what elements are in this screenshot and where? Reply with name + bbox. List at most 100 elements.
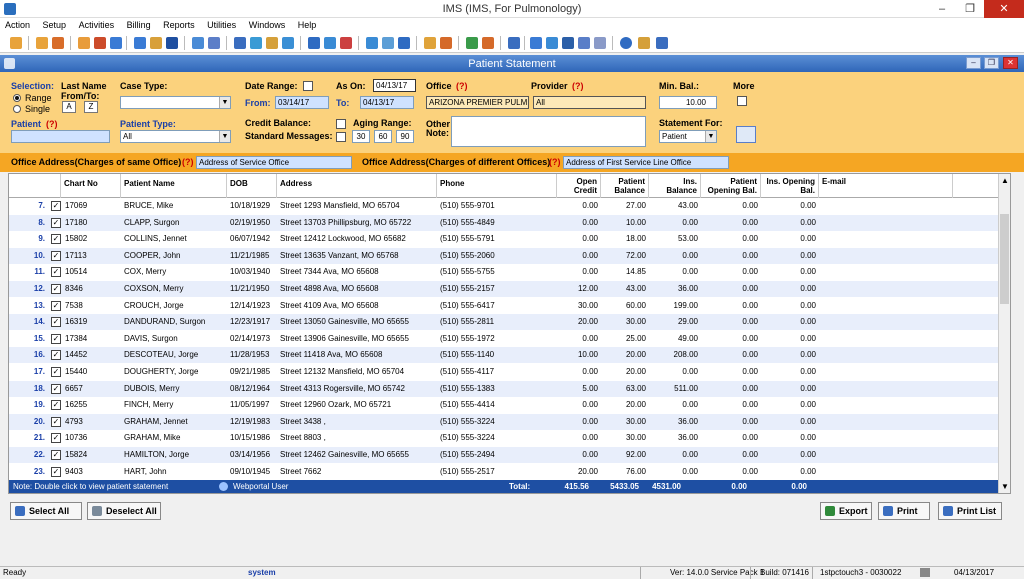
row-select-checkbox[interactable]: ✓: [51, 433, 61, 444]
copy-icon[interactable]: [508, 37, 520, 49]
menu-utilities[interactable]: Utilities: [202, 18, 241, 33]
analytics-icon[interactable]: [466, 37, 478, 49]
patient-help-icon[interactable]: (?): [46, 119, 58, 129]
office-help-icon[interactable]: (?): [456, 81, 468, 91]
lab-icon[interactable]: [150, 37, 162, 49]
as-on-input[interactable]: 04/13/17: [373, 79, 416, 92]
collections-icon[interactable]: [340, 37, 352, 49]
minimize-button[interactable]: –: [928, 0, 956, 18]
header-patient-balance[interactable]: Patient Balance: [601, 174, 649, 198]
standard-messages-checkbox[interactable]: [336, 132, 346, 142]
to-letter-input[interactable]: Z: [84, 101, 98, 113]
table-row[interactable]: ✓ 19. 16255 FINCH, Merry 11/05/1997 Street 12…: [9, 397, 999, 413]
statement-icon[interactable]: [308, 37, 320, 49]
header-email[interactable]: E-mail: [819, 174, 953, 198]
aging-90-input[interactable]: 90: [396, 130, 414, 143]
case-type-select[interactable]: ▼: [120, 96, 231, 109]
payment-icon[interactable]: [266, 37, 278, 49]
header-chart-no[interactable]: Chart No: [61, 174, 121, 198]
table-row[interactable]: ✓ 8. 17180 CLAPP, Surgon 02/19/1950 Street 13…: [9, 214, 999, 231]
menu-action[interactable]: Action: [0, 18, 35, 33]
office-input[interactable]: ARIZONA PREMIER PULM: [426, 96, 529, 109]
inner-close-button[interactable]: ✕: [1003, 57, 1018, 69]
table-row[interactable]: ✓ 21. 10736 GRAHAM, Mike 10/15/1986 Street 88…: [9, 430, 999, 446]
user-icon[interactable]: [10, 37, 22, 49]
claim-icon[interactable]: [234, 37, 246, 49]
scroll-up-icon[interactable]: ▲: [1001, 176, 1009, 185]
scrollbar-thumb[interactable]: [1000, 214, 1009, 304]
table-row[interactable]: ✓ 18. 6657 DUBOIS, Merry 08/12/1964 Street 43…: [9, 380, 999, 397]
report-icon[interactable]: [134, 37, 146, 49]
table-row[interactable]: ✓ 9. 15802 COLLINS, Jennet 06/07/1942 Street …: [9, 231, 999, 247]
from-letter-input[interactable]: A: [62, 101, 76, 113]
row-select-checkbox[interactable]: ✓: [51, 300, 61, 311]
edit-icon[interactable]: [366, 37, 378, 49]
inner-restore-button[interactable]: ❐: [984, 57, 999, 69]
transfer-icon[interactable]: [282, 37, 294, 49]
menu-billing[interactable]: Billing: [122, 18, 156, 33]
row-select-checkbox[interactable]: ✓: [51, 450, 61, 460]
diff-office-address-input[interactable]: Address of First Service Line Office: [563, 156, 729, 169]
other-note-textarea[interactable]: [451, 116, 646, 147]
menu-setup[interactable]: Setup: [38, 18, 72, 33]
single-radio[interactable]: [13, 105, 21, 113]
menu-reports[interactable]: Reports: [158, 18, 200, 33]
header-patient-opening-bal[interactable]: Patient Opening Bal.: [701, 174, 761, 198]
row-select-checkbox[interactable]: ✓: [51, 284, 61, 294]
patient-input[interactable]: [11, 130, 110, 143]
table-row[interactable]: ✓ 20. 4793 GRAHAM, Jennet 12/19/1983 Street 3…: [9, 413, 999, 430]
table-row[interactable]: ✓ 17. 15440 DOUGHERTY, Jorge 09/21/1985 Stree…: [9, 364, 999, 380]
table-row[interactable]: ✓ 12. 8346 COXSON, Merry 11/21/1950 Street 48…: [9, 281, 999, 297]
more-checkbox[interactable]: [737, 96, 747, 106]
help-icon[interactable]: [620, 37, 632, 49]
mail-icon[interactable]: [398, 37, 410, 49]
menu-windows[interactable]: Windows: [244, 18, 291, 33]
date-range-checkbox[interactable]: [303, 81, 313, 91]
grid-scrollbar[interactable]: ▲ ▼: [998, 174, 1010, 493]
shield-icon[interactable]: [166, 37, 178, 49]
scroll-down-icon[interactable]: ▼: [1001, 482, 1009, 491]
sync-icon[interactable]: [546, 37, 558, 49]
ledger-icon[interactable]: [324, 37, 336, 49]
lock-icon[interactable]: [638, 37, 650, 49]
row-select-checkbox[interactable]: ✓: [51, 317, 61, 328]
patient-type-select[interactable]: All ▼: [120, 130, 231, 143]
row-select-checkbox[interactable]: ✓: [51, 234, 61, 245]
header-dob[interactable]: DOB: [227, 174, 277, 198]
appointment-icon[interactable]: [52, 37, 64, 49]
row-select-checkbox[interactable]: ✓: [51, 383, 61, 394]
restore-button[interactable]: ❐: [956, 0, 984, 18]
table-row[interactable]: ✓ 11. 10514 COX, Merry 10/03/1940 Street 7344…: [9, 264, 999, 280]
table-row[interactable]: ✓ 22. 15824 HAMILTON, Jorge 03/14/1956 Street…: [9, 447, 999, 463]
table-row[interactable]: ✓ 7. 17069 BRUCE, Mike 10/18/1929 Street 1293…: [9, 198, 999, 214]
aging-60-input[interactable]: 60: [374, 130, 392, 143]
from-date-input[interactable]: 03/14/17: [275, 96, 329, 109]
table-row[interactable]: ✓ 23. 9403 HART, John 09/10/1945 Street 7662 (…: [9, 464, 999, 480]
calendar-icon[interactable]: [424, 37, 436, 49]
table-row[interactable]: ✓ 16. 14452 DESCOTEAU, Jorge 11/28/1953 Stree…: [9, 347, 999, 364]
select-all-button[interactable]: Select All: [10, 502, 82, 520]
print-button[interactable]: Print: [878, 502, 930, 520]
header-patient-name[interactable]: Patient Name: [121, 174, 227, 198]
header-ins-balance[interactable]: Ins. Balance: [649, 174, 701, 198]
menu-activities[interactable]: Activities: [74, 18, 120, 33]
table-row[interactable]: ✓ 13. 7538 CROUCH, Jorge 12/14/1923 Street 41…: [9, 298, 999, 314]
schedule-icon[interactable]: [110, 37, 122, 49]
min-bal-input[interactable]: 10.00: [659, 96, 717, 109]
chevron-down-icon[interactable]: ▼: [219, 131, 230, 142]
table-row[interactable]: ✓ 15. 17384 DAVIS, Surgon 02/14/1973 Street 1…: [9, 331, 999, 347]
header-ins-opening-bal[interactable]: Ins. Opening Bal.: [761, 174, 819, 198]
table-icon[interactable]: [594, 37, 606, 49]
range-radio[interactable]: [13, 94, 21, 102]
table-row[interactable]: ✓ 10. 17113 COOPER, John 11/21/1985 Street 13…: [9, 247, 999, 264]
provider-help-icon[interactable]: (?): [572, 81, 584, 91]
row-select-checkbox[interactable]: ✓: [51, 250, 61, 261]
card-icon[interactable]: [208, 37, 220, 49]
table-row[interactable]: ✓ 14. 16319 DANDURAND, Surgon 12/23/1917 Stre…: [9, 314, 999, 331]
inbox-icon[interactable]: [482, 37, 494, 49]
close-button[interactable]: ✕: [984, 0, 1024, 18]
package-icon[interactable]: [382, 37, 394, 49]
document-icon[interactable]: [94, 37, 106, 49]
row-select-checkbox[interactable]: ✓: [51, 400, 61, 411]
deselect-all-button[interactable]: Deselect All: [87, 502, 161, 520]
